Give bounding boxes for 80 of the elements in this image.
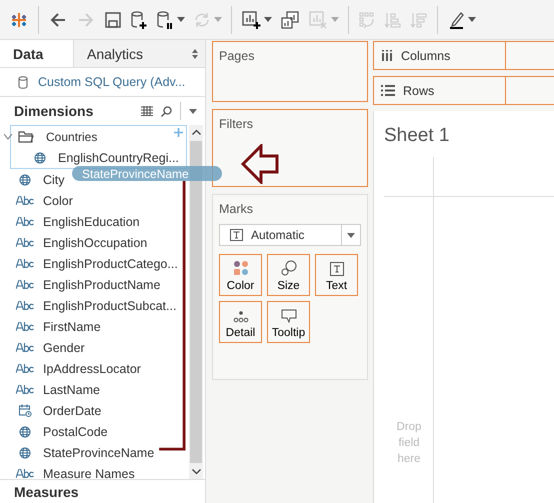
database-plus-icon (130, 10, 148, 30)
section-title: Dimensions (14, 103, 94, 119)
caret-icon[interactable] (468, 17, 476, 22)
folder-name[interactable]: Countries (46, 130, 98, 144)
card-title: Filters (219, 117, 254, 131)
list-view-icon[interactable] (141, 106, 153, 116)
database-pause-icon (156, 10, 174, 30)
sheet-title: Sheet 1 (384, 125, 450, 147)
field-name[interactable]: OrderDate (43, 404, 102, 418)
field-name[interactable]: EnglishEducation (43, 214, 140, 228)
field-name[interactable]: StateProvinceName (43, 446, 154, 460)
rows-icon (381, 85, 395, 96)
dots-icon (232, 311, 248, 323)
field-name[interactable]: Gender (43, 340, 85, 354)
save-icon (104, 10, 122, 28)
text-type-icon (16, 238, 34, 247)
circles-icon (280, 260, 296, 276)
shelf-label: Rows (403, 84, 434, 98)
field-name[interactable]: EnglishProductCatego... (43, 256, 178, 270)
pane-tab[interactable]: Analytics (73, 40, 205, 67)
scrollbar[interactable] (189, 125, 203, 479)
text-type-icon (16, 343, 34, 352)
pen-icon (447, 10, 465, 30)
shelf-label: Columns (401, 48, 450, 62)
chevron-icon[interactable] (4, 134, 12, 140)
swap-icon (358, 10, 376, 28)
scroll-up-icon[interactable] (192, 129, 200, 135)
field-name[interactable]: EnglishOccupation (43, 236, 148, 250)
refresh-icon (193, 10, 211, 28)
mark-type-dropdown[interactable]: Automatic (219, 224, 361, 246)
text-type-icon (16, 196, 34, 205)
section-title: Measures (14, 484, 79, 500)
field-name[interactable]: PostalCode (43, 424, 108, 438)
text-type-icon (16, 364, 34, 373)
field-name[interactable]: City (43, 172, 65, 186)
field-name[interactable]: FirstName (43, 320, 101, 334)
text-type-icon (16, 469, 34, 478)
speech-bubble-icon (280, 309, 296, 323)
sort-descending-icon (410, 10, 428, 28)
caret-icon[interactable] (264, 17, 272, 22)
calendar-icon (16, 404, 34, 417)
duplicate-chart-icon (280, 10, 300, 30)
field-name[interactable]: EnglishProductSubcat... (43, 298, 176, 312)
field-name[interactable]: Measure Names (43, 466, 135, 479)
field-name[interactable]: IpAddressLocator (43, 362, 141, 376)
database-icon (18, 76, 28, 88)
color-mark-button[interactable]: Color (219, 254, 262, 296)
sort-arrows-icon[interactable] (192, 49, 198, 59)
text-type-icon (16, 322, 34, 331)
field-name[interactable]: LastName (43, 382, 100, 396)
sort-ascending-icon (384, 10, 402, 28)
field-name[interactable]: Color (43, 194, 73, 208)
search-icon[interactable] (161, 106, 172, 116)
text-type-icon (16, 301, 34, 310)
caret-icon[interactable] (177, 17, 185, 22)
columns-icon (381, 50, 393, 61)
annotation-arrow (241, 144, 281, 184)
text-type-icon (16, 280, 34, 289)
size-mark-button[interactable]: Size (267, 254, 310, 296)
card-title: Marks (219, 202, 254, 216)
dropdown-icon[interactable] (189, 108, 197, 114)
chart-cross-icon (308, 10, 328, 30)
chart-plus-icon (241, 10, 261, 30)
card-title: Pages (219, 49, 254, 63)
text-type-icon (16, 217, 34, 226)
tooltip-mark-button[interactable]: Tooltip (267, 301, 310, 343)
scroll-down-icon[interactable] (192, 469, 200, 475)
text-mark-icon (230, 229, 243, 241)
text-mark-icon (330, 262, 344, 276)
drop-hint: Drop field here (396, 420, 422, 467)
text-type-icon (16, 259, 34, 268)
text-type-icon (16, 385, 34, 394)
detail-mark-button[interactable]: Detail (219, 301, 262, 343)
datasource-name[interactable]: Custom SQL Query (Adv... (38, 75, 186, 89)
text-mark-button[interactable]: Text (315, 254, 358, 296)
field-name[interactable]: EnglishProductName (43, 278, 160, 292)
field-name[interactable]: EnglishCountryRegi... (58, 150, 179, 164)
folder-icon (18, 130, 34, 142)
caret-icon[interactable] (347, 232, 355, 238)
color-dots-icon (232, 260, 248, 276)
